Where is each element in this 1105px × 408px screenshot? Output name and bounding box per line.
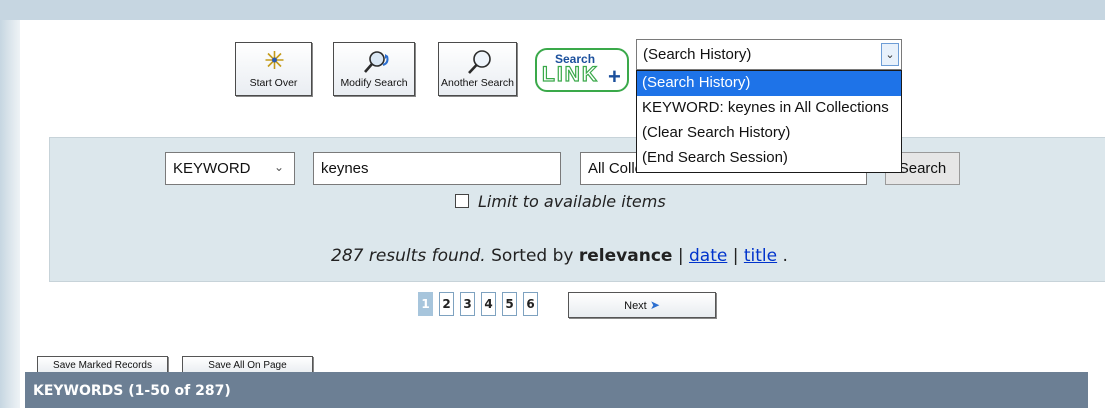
page-6[interactable]: 6 <box>523 292 538 316</box>
limit-label: Limit to available items <box>478 192 666 211</box>
chevron-down-icon: ⌄ <box>273 160 284 174</box>
modify-search-button[interactable]: Modify Search <box>333 42 415 96</box>
search-history-menu: (Search History) KEYWORD: keynes in All … <box>636 70 902 173</box>
history-option[interactable]: (Clear Search History) <box>637 121 901 146</box>
sort-title-link[interactable]: title <box>744 246 777 266</box>
sort-date-link[interactable]: date <box>689 246 727 266</box>
results-summary: 287 results found. Sorted by relevance |… <box>331 246 788 266</box>
search-panel: KEYWORD ⌄ keynes All Collections Search … <box>49 137 1105 282</box>
page-2[interactable]: 2 <box>439 292 454 316</box>
magnifier-arrows-icon <box>334 48 414 76</box>
top-band <box>0 0 1105 20</box>
search-link-plus: + <box>608 64 621 89</box>
results-list-header: KEYWORDS (1-50 of 287) <box>25 372 1088 408</box>
magnifier-icon <box>439 48 516 76</box>
chevron-down-icon[interactable]: ⌄ <box>881 43 899 66</box>
search-input[interactable]: keynes <box>313 152 561 185</box>
search-field-value: KEYWORD <box>173 160 251 177</box>
search-history-value: (Search History) <box>643 46 752 63</box>
page-1: 1 <box>418 292 433 316</box>
modify-search-label: Modify Search <box>340 77 408 89</box>
sort-relevance: relevance <box>578 246 673 266</box>
search-history-select[interactable]: (Search History) ⌄ <box>636 39 902 70</box>
search-link-logo[interactable]: Search LINK + <box>535 48 629 92</box>
results-end: . <box>782 246 788 266</box>
start-over-label: Start Over <box>249 77 298 89</box>
sorted-by-label: Sorted by <box>491 246 574 266</box>
history-option[interactable]: (Search History) <box>637 71 901 96</box>
page-4[interactable]: 4 <box>481 292 496 316</box>
arrow-right-icon: ➤ <box>649 298 660 312</box>
next-page-button[interactable]: Next ➤ <box>568 292 716 318</box>
page-3[interactable]: 3 <box>460 292 475 316</box>
start-over-button[interactable]: Start Over <box>235 42 312 96</box>
limit-checkbox[interactable] <box>455 194 469 208</box>
left-strip <box>0 20 20 408</box>
history-option[interactable]: KEYWORD: keynes in All Collections <box>637 96 901 121</box>
search-link-word: LINK <box>541 62 599 86</box>
search-field-select[interactable]: KEYWORD ⌄ <box>165 152 295 185</box>
history-option[interactable]: (End Search Session) <box>637 146 901 171</box>
sparkle-icon <box>236 48 311 76</box>
sort-separator: | <box>677 246 684 266</box>
limit-available: Limit to available items <box>455 192 666 211</box>
another-search-label: Another Search <box>441 77 514 89</box>
page: Start Over Modify Search Another Search … <box>20 20 1105 408</box>
page-5[interactable]: 5 <box>502 292 517 316</box>
results-count: 287 results found. <box>331 246 486 266</box>
next-label: Next <box>624 300 647 312</box>
sort-separator: | <box>732 246 739 266</box>
another-search-button[interactable]: Another Search <box>438 42 517 96</box>
